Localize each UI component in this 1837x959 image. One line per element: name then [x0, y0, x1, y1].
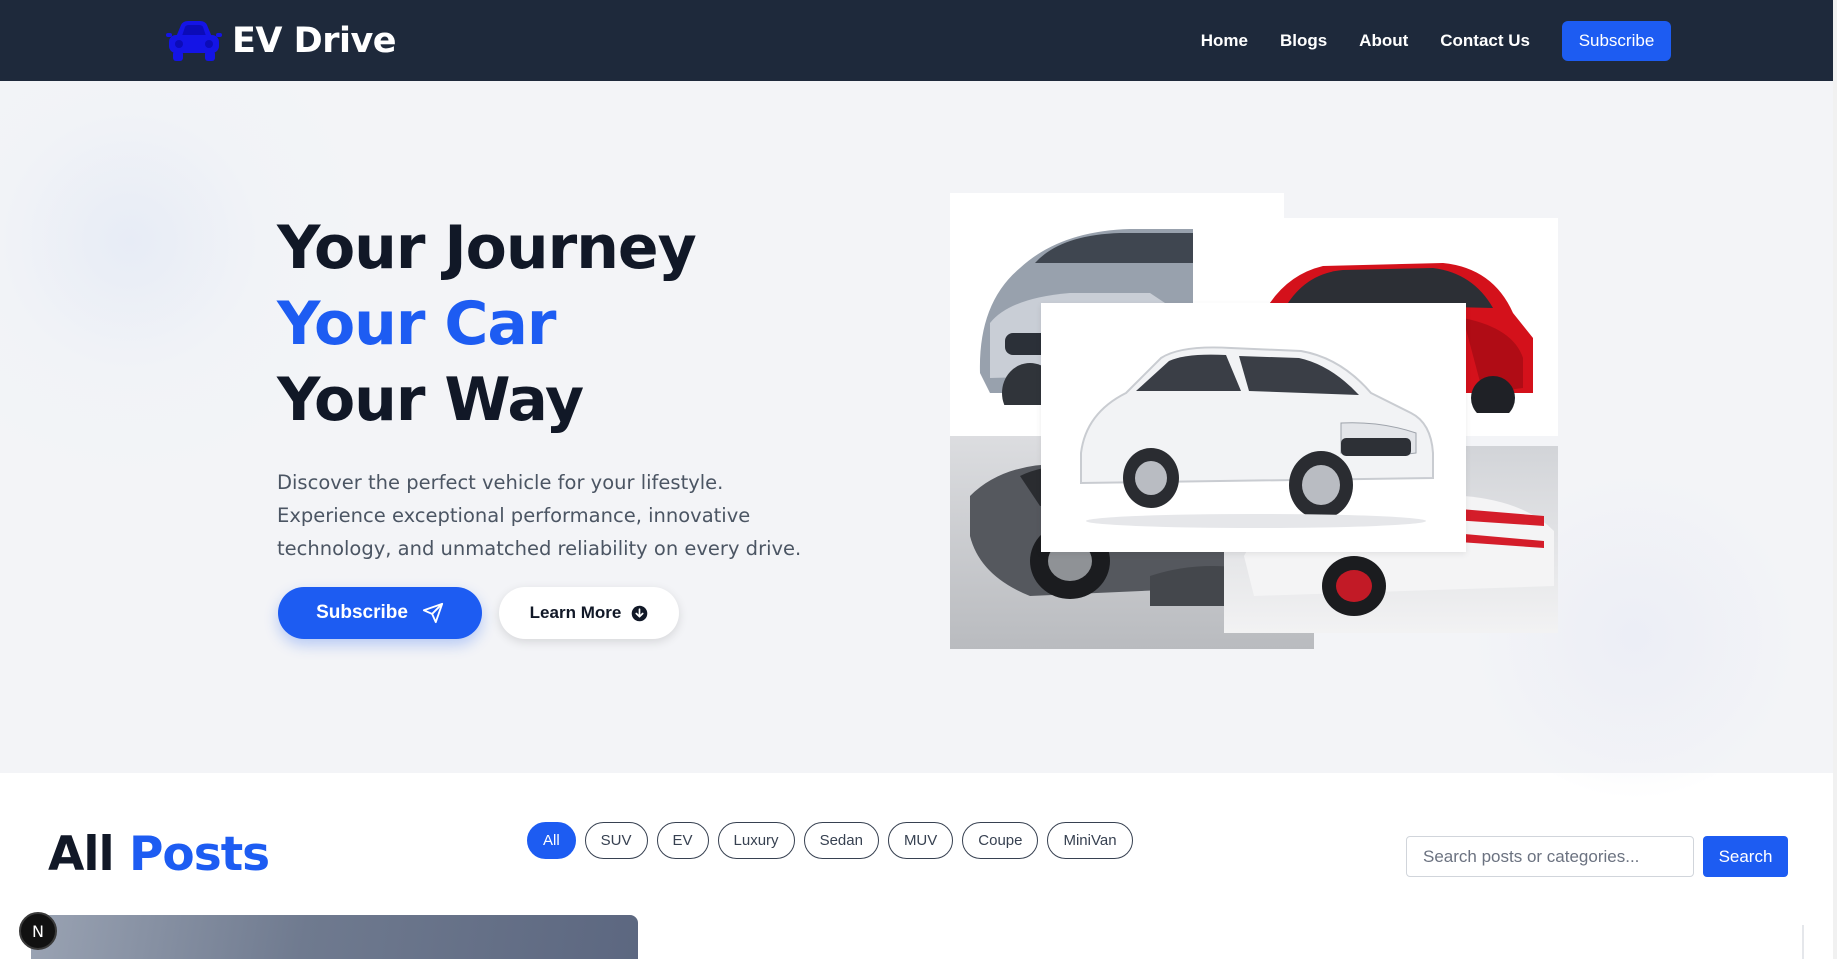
- posts-search-button[interactable]: Search: [1703, 836, 1788, 877]
- posts-section-title: All Posts: [48, 827, 270, 882]
- nav-link-home[interactable]: Home: [1201, 31, 1248, 51]
- hero-learn-more-button[interactable]: Learn More: [499, 587, 679, 639]
- brand-logo[interactable]: EV Drive: [166, 18, 397, 64]
- brand-name: EV Drive: [232, 21, 397, 61]
- arrow-down-circle-icon: [632, 605, 648, 621]
- hero-learn-more-label: Learn More: [529, 603, 622, 622]
- nav-links: Home Blogs About Contact Us Subscribe: [1201, 0, 1671, 81]
- posts-title-part-2: Posts: [128, 827, 270, 882]
- hero-headline: Your Journey Your Car Your Way: [277, 210, 697, 438]
- posts-title-part-1: All: [48, 827, 115, 882]
- post-card-image[interactable]: [31, 915, 638, 959]
- category-chip-minivan[interactable]: MiniVan: [1047, 822, 1133, 859]
- category-chip-sedan[interactable]: Sedan: [803, 822, 879, 859]
- page-scrollbar[interactable]: [1833, 0, 1837, 959]
- category-filter-chips: All SUV EV Luxury Sedan MUV Coupe MiniVa…: [527, 822, 1142, 859]
- post-card-edge: [1802, 925, 1804, 959]
- hero-section: [0, 81, 1837, 801]
- car-photo-white-hatchback: [1041, 303, 1466, 552]
- send-icon: [422, 602, 444, 624]
- nav-link-about[interactable]: About: [1359, 31, 1408, 51]
- headline-line-1: Your Journey: [277, 213, 697, 283]
- category-chip-luxury[interactable]: Luxury: [717, 822, 795, 859]
- nav-subscribe-button[interactable]: Subscribe: [1562, 20, 1671, 61]
- category-chip-coupe[interactable]: Coupe: [962, 822, 1039, 859]
- headline-line-3: Your Way: [277, 365, 584, 435]
- headline-line-2: Your Car: [277, 289, 556, 359]
- car-logo-icon: [166, 21, 222, 61]
- category-chip-suv[interactable]: SUV: [584, 822, 648, 859]
- hero-description: Discover the perfect vehicle for your li…: [277, 471, 802, 560]
- nav-link-blogs[interactable]: Blogs: [1280, 31, 1327, 51]
- dev-tools-badge[interactable]: N: [19, 912, 57, 950]
- category-chip-muv[interactable]: MUV: [887, 822, 954, 859]
- nav-link-contact[interactable]: Contact Us: [1440, 31, 1530, 51]
- top-navbar: EV Drive Home Blogs About Contact Us Sub…: [0, 0, 1837, 81]
- hero-subscribe-button[interactable]: Subscribe: [278, 587, 482, 639]
- category-chip-ev[interactable]: EV: [656, 822, 709, 859]
- hero-subscribe-label: Subscribe: [316, 602, 408, 623]
- posts-search-input[interactable]: [1406, 836, 1694, 877]
- category-chip-all[interactable]: All: [527, 822, 576, 859]
